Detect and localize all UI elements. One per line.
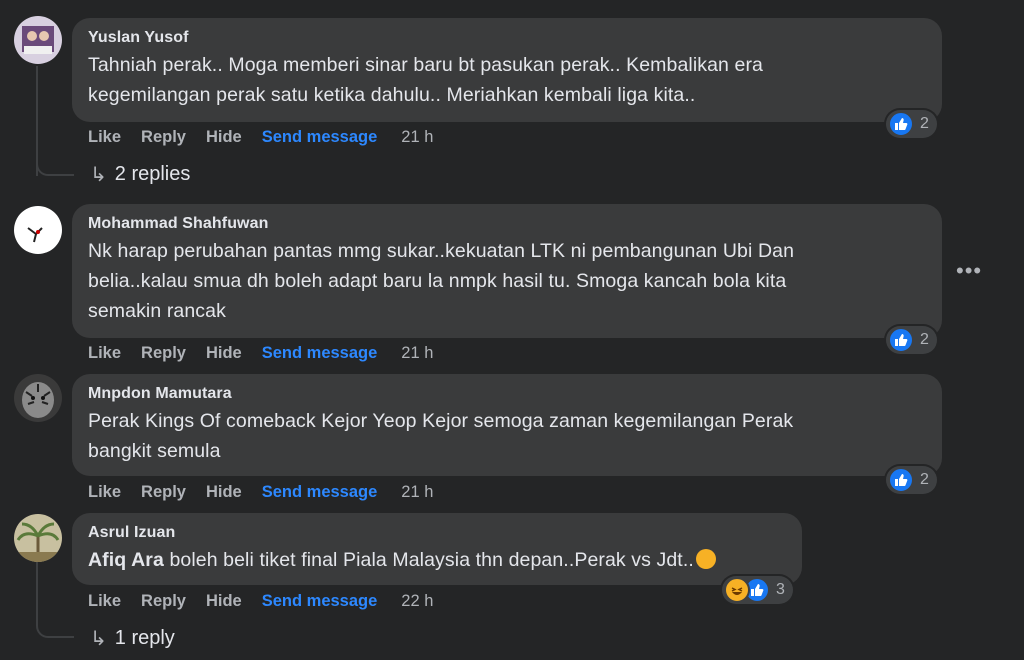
reaction-summary[interactable]: 2 <box>886 326 937 354</box>
view-replies-link[interactable]: ↳ 1 reply <box>90 626 175 651</box>
like-icon <box>888 111 914 137</box>
comment-text-line: semakin rancak <box>88 300 226 322</box>
reaction-summary[interactable]: 3 <box>722 576 793 604</box>
send-message-button[interactable]: Send message <box>262 128 378 147</box>
reaction-count: 2 <box>920 115 929 132</box>
mention-link[interactable]: Afiq Ara <box>88 549 164 571</box>
reply-button[interactable]: Reply <box>141 128 186 147</box>
send-message-button[interactable]: Send message <box>262 344 378 363</box>
view-replies-link[interactable]: ↳ 2 replies <box>90 162 190 187</box>
send-message-button[interactable]: Send message <box>262 592 378 611</box>
reply-button[interactable]: Reply <box>141 344 186 363</box>
hide-button[interactable]: Hide <box>206 128 242 147</box>
like-icon <box>888 467 914 493</box>
comment-timestamp[interactable]: 21 h <box>401 128 433 147</box>
avatar-image <box>14 206 62 254</box>
comment-text-line: belia..kalau smua dh boleh adapt baru la… <box>88 270 787 292</box>
comment-actions: Like Reply Hide Send message 22 h <box>88 590 433 612</box>
comment-timestamp[interactable]: 21 h <box>401 344 433 363</box>
comment-timestamp[interactable]: 22 h <box>401 592 433 611</box>
replies-count: 1 reply <box>114 627 175 649</box>
avatar-image <box>14 514 62 562</box>
reaction-summary[interactable]: 2 <box>886 110 937 138</box>
comment-actions: Like Reply Hide Send message 21 h <box>88 481 433 503</box>
comment-bubble: Yuslan Yusof Tahniah perak.. Moga member… <box>72 18 942 122</box>
comment-author[interactable]: Yuslan Yusof <box>88 28 926 48</box>
comment-author[interactable]: Mohammad Shahfuwan <box>88 214 926 234</box>
avatar[interactable] <box>14 514 62 562</box>
like-button[interactable]: Like <box>88 592 121 611</box>
comment-timestamp[interactable]: 21 h <box>401 483 433 502</box>
comment-author[interactable]: Mnpdon Mamutara <box>88 384 926 404</box>
reply-arrow-icon: ↳ <box>90 164 107 186</box>
reaction-summary[interactable]: 2 <box>886 466 937 494</box>
comment-text-line: Tahniah perak.. Moga memberi sinar baru … <box>88 54 763 76</box>
avatar[interactable] <box>14 16 62 64</box>
reply-arrow-icon: ↳ <box>90 628 107 650</box>
comment-author[interactable]: Asrul Izuan <box>88 523 786 543</box>
comment-text-line: kegemilangan perak satu ketika dahulu.. … <box>88 84 696 106</box>
replies-count: 2 replies <box>114 163 191 185</box>
reaction-count: 2 <box>920 471 929 488</box>
avatar[interactable] <box>14 206 62 254</box>
avatar[interactable] <box>14 374 62 422</box>
like-button[interactable]: Like <box>88 128 121 147</box>
comment-actions: Like Reply Hide Send message 21 h <box>88 126 433 148</box>
comment-bubble: Mnpdon Mamutara Perak Kings Of comeback … <box>72 374 942 476</box>
avatar-image <box>14 16 62 64</box>
reply-button[interactable]: Reply <box>141 483 186 502</box>
send-message-button[interactable]: Send message <box>262 483 378 502</box>
haha-icon <box>724 577 750 603</box>
like-button[interactable]: Like <box>88 483 121 502</box>
grinning-emoji-icon <box>695 549 716 569</box>
reply-button[interactable]: Reply <box>141 592 186 611</box>
scrollbar[interactable] <box>1018 0 1024 660</box>
comment-text-line: bangkit semula <box>88 440 221 462</box>
comment-text-line: Perak Kings Of comeback Kejor Yeop Kejor… <box>88 410 794 432</box>
avatar-image <box>14 374 62 422</box>
comment-bubble: Asrul Izuan Afiq Ara boleh beli tiket fi… <box>72 513 802 585</box>
hide-button[interactable]: Hide <box>206 344 242 363</box>
like-button[interactable]: Like <box>88 344 121 363</box>
comment-bubble: Mohammad Shahfuwan Nk harap perubahan pa… <box>72 204 942 338</box>
comment-actions: Like Reply Hide Send message 21 h <box>88 342 433 364</box>
thread-corner <box>36 560 74 638</box>
like-icon <box>888 327 914 353</box>
hide-button[interactable]: Hide <box>206 592 242 611</box>
thread-corner <box>36 154 74 176</box>
comment-text-line: Nk harap perubahan pantas mmg sukar..kek… <box>88 240 795 262</box>
comment-text: boleh beli tiket final Piala Malaysia th… <box>163 549 694 571</box>
comment-text-line: Afiq Ara boleh beli tiket final Piala Ma… <box>88 545 786 575</box>
hide-button[interactable]: Hide <box>206 483 242 502</box>
reaction-count: 3 <box>776 581 785 598</box>
more-options-icon[interactable]: ••• <box>956 258 982 284</box>
reaction-count: 2 <box>920 331 929 348</box>
